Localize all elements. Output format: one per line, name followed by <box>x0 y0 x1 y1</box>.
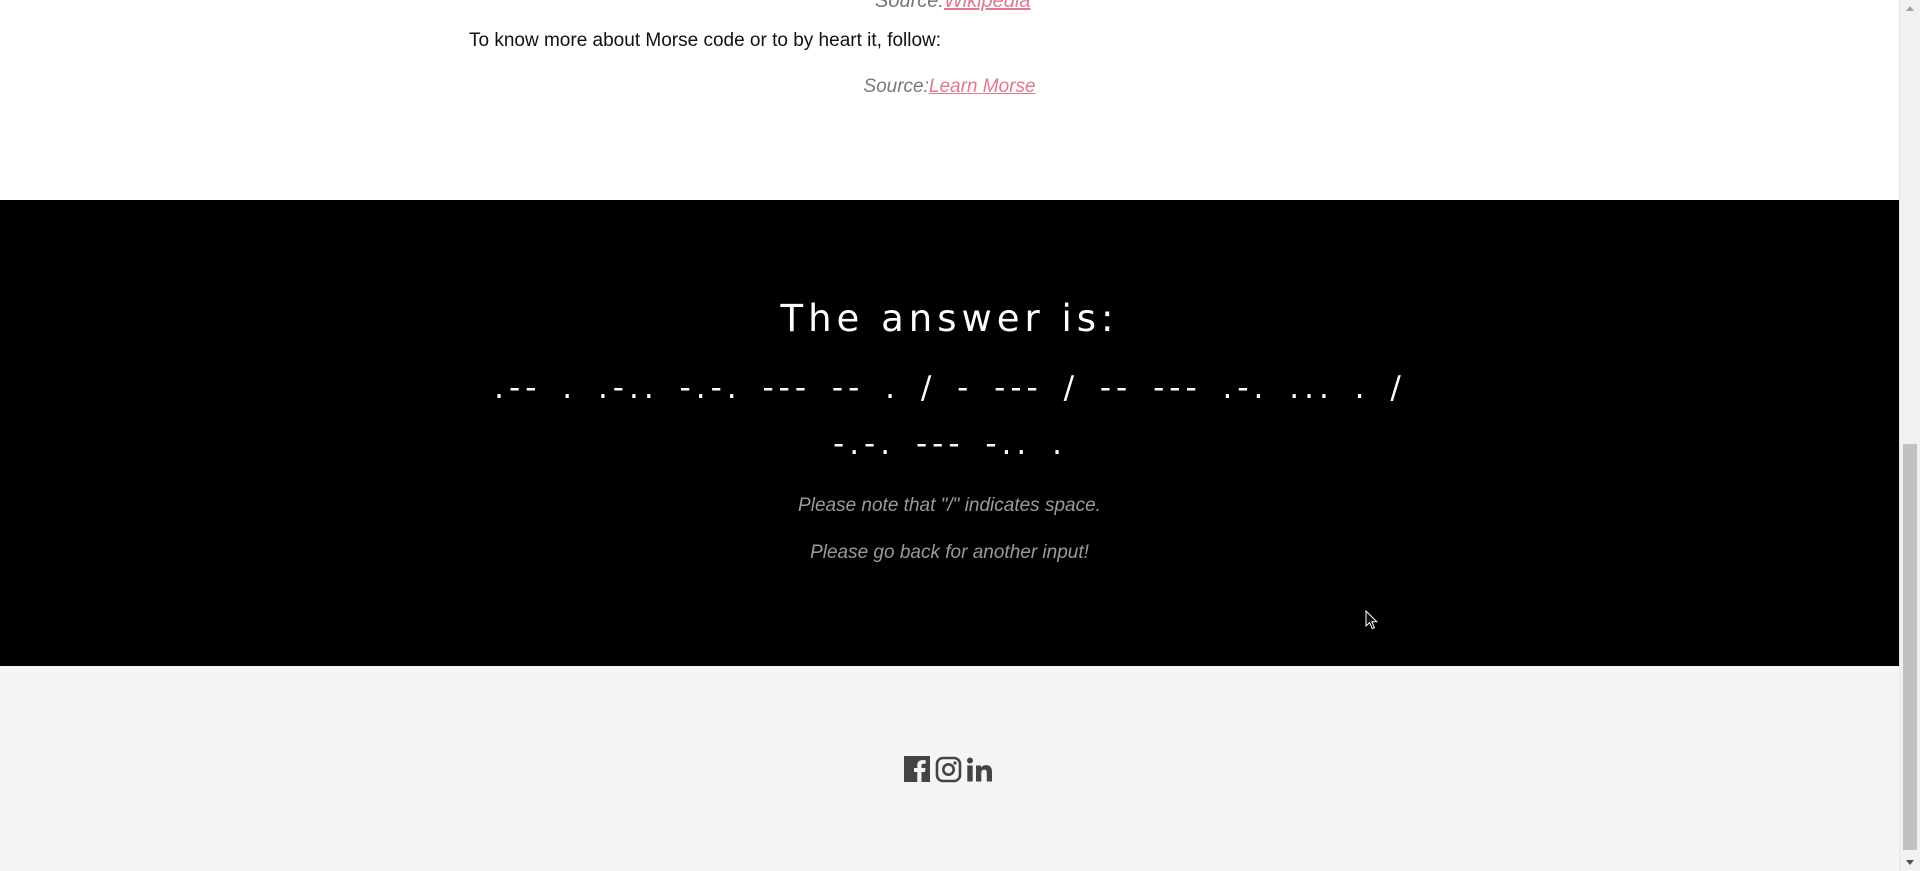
answer-title: The answer is: <box>780 297 1119 340</box>
scroll-down-icon <box>1906 860 1914 865</box>
facebook-icon <box>904 756 930 782</box>
footer <box>0 666 1899 871</box>
info-section: Source:Wikipedia To know more about Mors… <box>0 0 1899 200</box>
morse-output: .-- . .-.. -.-. --- -- . / - --- / -- --… <box>430 360 1470 472</box>
space-note: Please note that "/" indicates space. <box>798 495 1101 516</box>
go-back-note: Please go back for another input! <box>810 542 1089 563</box>
scroll-down-arrow[interactable] <box>1900 854 1920 871</box>
facebook-link[interactable] <box>903 754 931 784</box>
answer-section: The answer is: .-- . .-.. -.-. --- -- . … <box>0 200 1899 666</box>
morse-info-text: To know more about Morse code or to by h… <box>469 30 942 51</box>
instagram-icon <box>935 756 961 782</box>
linkedin-link[interactable] <box>965 754 993 784</box>
scroll-thumb[interactable] <box>1903 444 1917 850</box>
learn-morse-source: Source:Learn Morse <box>0 76 1899 98</box>
source-prefix: Source: <box>863 76 929 97</box>
scroll-up-arrow[interactable] <box>1900 0 1920 17</box>
cut-off-source-line: Source:Wikipedia <box>875 0 1030 13</box>
instagram-link[interactable] <box>934 754 962 784</box>
learn-morse-link[interactable]: Learn Morse <box>929 76 1036 97</box>
linkedin-icon <box>966 757 992 781</box>
morse-line-1: .-- . .-.. -.-. --- -- . / - --- / -- --… <box>494 370 1406 406</box>
page-viewport: Source:Wikipedia To know more about Mors… <box>0 0 1899 871</box>
scroll-up-icon <box>1906 6 1914 11</box>
morse-line-2: -.-. --- -.. . <box>833 426 1067 462</box>
social-links <box>903 754 993 784</box>
cut-source-prefix: Source: <box>875 0 944 12</box>
vertical-scrollbar[interactable] <box>1899 0 1920 871</box>
mouse-cursor-icon <box>1365 610 1379 630</box>
cut-source-link[interactable]: Wikipedia <box>944 0 1031 12</box>
